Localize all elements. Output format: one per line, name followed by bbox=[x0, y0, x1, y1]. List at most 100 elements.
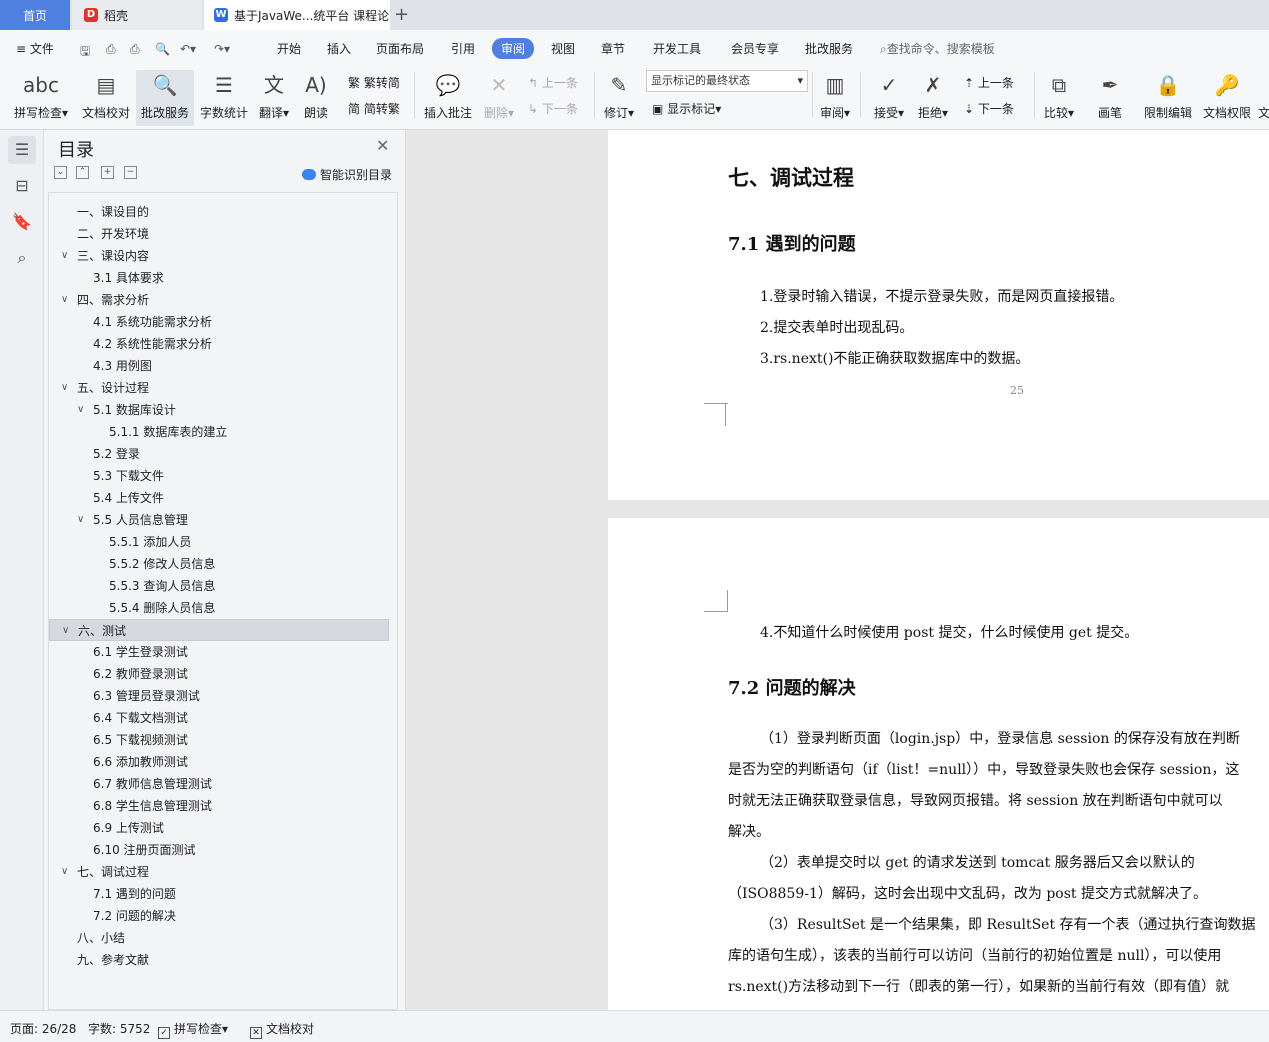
menu-view[interactable]: 视图 bbox=[551, 40, 575, 57]
word-count-indicator[interactable]: 字数: 5752 bbox=[88, 1020, 150, 1037]
chevron-down-icon[interactable]: ∨ bbox=[61, 861, 68, 883]
toc-item[interactable]: 6.10 注册页面测试 bbox=[49, 839, 389, 861]
doc-proof-button[interactable]: ▤ 文档校对 bbox=[78, 70, 134, 126]
doc-permission-button[interactable]: 🔑 文档权限 bbox=[1200, 70, 1254, 126]
status-doc-proof[interactable]: ✕ 文档校对 bbox=[250, 1020, 314, 1039]
toc-item[interactable]: 6.9 上传测试 bbox=[49, 817, 389, 839]
accept-button[interactable]: ✓ 接受▾ bbox=[870, 70, 908, 126]
translate-button[interactable]: 文翻译▾ bbox=[256, 70, 292, 126]
toc-item[interactable]: ∨ 五、设计过程 bbox=[49, 377, 389, 399]
toc-item[interactable]: 二、开发环境 bbox=[49, 223, 389, 245]
menu-review[interactable]: 审阅 bbox=[492, 38, 535, 59]
reject-button[interactable]: ✗ 拒绝▾ bbox=[914, 70, 952, 126]
toc-item[interactable]: 6.3 管理员登录测试 bbox=[49, 685, 389, 707]
command-search[interactable]: ⌕查找命令、搜索模板 bbox=[880, 40, 995, 57]
smart-toc-button[interactable]: 智能识别目录 bbox=[302, 166, 392, 183]
status-spell-check[interactable]: ✓ 拼写检查▾ bbox=[158, 1020, 228, 1039]
toc-item[interactable]: 6.5 下载视频测试 bbox=[49, 729, 389, 751]
menu-insert[interactable]: 插入 bbox=[327, 40, 351, 57]
correction-service-button[interactable]: 🔍 批改服务 bbox=[136, 70, 194, 126]
toc-item[interactable]: 3.1 具体要求 bbox=[49, 267, 389, 289]
tab-document[interactable]: W 基于JavaWe...统平台 课程论 bbox=[204, 0, 390, 30]
toc-item[interactable]: 5.3 下载文件 bbox=[49, 465, 389, 487]
bookmark-icon[interactable]: 🔖 bbox=[8, 208, 36, 236]
toc-item[interactable]: 6.4 下载文档测试 bbox=[49, 707, 389, 729]
read-aloud-button[interactable]: A) 朗读 bbox=[298, 70, 334, 126]
toc-item[interactable]: 5.1.1 数据库表的建立 bbox=[49, 421, 389, 443]
redo-icon[interactable]: ↷▾ bbox=[214, 42, 230, 56]
toc-item[interactable]: ∨ 七、调试过程 bbox=[49, 861, 389, 883]
restrict-edit-button[interactable]: 🔒 限制编辑 bbox=[1140, 70, 1196, 126]
toc-item[interactable]: 7.1 遇到的问题 bbox=[49, 883, 389, 905]
tab-daoke[interactable]: D 稻壳 bbox=[72, 0, 202, 30]
toc-item[interactable]: 5.5.3 查询人员信息 bbox=[49, 575, 389, 597]
compare-button[interactable]: ⧉ 比较▾ bbox=[1040, 70, 1078, 126]
pen-button[interactable]: ✒ 画笔 bbox=[1090, 70, 1130, 126]
add-heading-icon[interactable]: + bbox=[101, 166, 114, 179]
toc-item[interactable]: 九、参考文献 bbox=[49, 949, 389, 971]
export-pdf-icon[interactable]: ⎙ bbox=[106, 42, 116, 57]
chevron-down-icon[interactable]: ∨ bbox=[61, 377, 68, 399]
print-icon[interactable]: ⎙ bbox=[130, 42, 140, 57]
chevron-down-icon[interactable]: ∨ bbox=[62, 620, 69, 642]
word-count-button[interactable]: ☰ 字数统计 bbox=[198, 70, 250, 126]
file-menu[interactable]: ≡ 文件 bbox=[16, 40, 54, 57]
delete-comment-button[interactable]: ✕ 删除▾ bbox=[480, 70, 518, 126]
toc-item[interactable]: ∨ 六、测试 bbox=[49, 619, 389, 641]
simp-to-trad-button[interactable]: 简 简转繁 bbox=[348, 100, 400, 117]
remove-heading-icon[interactable]: − bbox=[124, 166, 137, 179]
prev-change-button[interactable]: ⇡ 上一条 bbox=[964, 74, 1014, 91]
save-icon[interactable]: 🖫 bbox=[80, 42, 90, 63]
page-indicator[interactable]: 页面: 26/28 bbox=[10, 1020, 76, 1037]
menu-dev-tools[interactable]: 开发工具 bbox=[653, 40, 701, 57]
toc-item[interactable]: ∨ 5.1 数据库设计 bbox=[49, 399, 389, 421]
insert-comment-button[interactable]: 💬 插入批注 bbox=[420, 70, 476, 126]
menu-correction[interactable]: 批改服务 bbox=[805, 40, 853, 57]
tab-home[interactable]: 首页 bbox=[0, 0, 70, 30]
toc-item[interactable]: 6.2 教师登录测试 bbox=[49, 663, 389, 685]
show-markup-button[interactable]: ▣ 显示标记▾ bbox=[652, 100, 721, 117]
chevron-down-icon[interactable]: ∨ bbox=[61, 245, 68, 267]
toc-item[interactable]: ∨ 三、课设内容 bbox=[49, 245, 389, 267]
toc-item[interactable]: ∨ 四、需求分析 bbox=[49, 289, 389, 311]
next-comment-button[interactable]: ↳ 下一条 bbox=[528, 100, 578, 117]
toc-item[interactable]: 6.8 学生信息管理测试 bbox=[49, 795, 389, 817]
toc-item[interactable]: 5.2 登录 bbox=[49, 443, 389, 465]
menu-page-layout[interactable]: 页面布局 bbox=[376, 40, 424, 57]
toc-item[interactable]: 4.2 系统性能需求分析 bbox=[49, 333, 389, 355]
next-change-button[interactable]: ⇣ 下一条 bbox=[964, 100, 1014, 117]
chevron-down-icon[interactable]: ∨ bbox=[61, 289, 68, 311]
toc-item[interactable]: 5.5.4 删除人员信息 bbox=[49, 597, 389, 619]
toc-item[interactable]: 4.1 系统功能需求分析 bbox=[49, 311, 389, 333]
print-preview-icon[interactable]: 🔍 bbox=[155, 42, 170, 56]
truncated-button[interactable]: 文 bbox=[1258, 70, 1269, 126]
toc-item[interactable]: 6.1 学生登录测试 bbox=[49, 641, 389, 663]
undo-icon[interactable]: ↶▾ bbox=[180, 42, 196, 56]
collapse-all-icon[interactable]: ⌄ bbox=[54, 166, 67, 179]
toc-item[interactable]: 一、课设目的 bbox=[49, 201, 389, 223]
chevron-down-icon[interactable]: ∨ bbox=[77, 509, 84, 531]
revise-button[interactable]: ✎ 修订▾ bbox=[600, 70, 638, 126]
close-icon[interactable]: ✕ bbox=[376, 136, 389, 155]
expand-up-icon[interactable]: ⌃ bbox=[76, 166, 89, 179]
trad-to-simp-button[interactable]: 繁 繁转简 bbox=[348, 74, 400, 91]
toc-item[interactable]: 4.3 用例图 bbox=[49, 355, 389, 377]
toc-item[interactable]: 6.6 添加教师测试 bbox=[49, 751, 389, 773]
toc-panel-icon[interactable]: ☰ bbox=[8, 136, 36, 164]
chapter-nav-icon[interactable]: ⊟ bbox=[8, 172, 36, 200]
menu-member[interactable]: 会员专享 bbox=[731, 40, 779, 57]
markup-state-select[interactable]: 显示标记的最终状态 ▾ bbox=[646, 70, 808, 92]
review-pane-button[interactable]: ▥ 审阅▾ bbox=[816, 70, 854, 126]
toc-item[interactable]: ∨ 5.5 人员信息管理 bbox=[49, 509, 389, 531]
spell-check-button[interactable]: abc 拼写检查▾ bbox=[10, 70, 72, 126]
prev-comment-button[interactable]: ↰ 上一条 bbox=[528, 74, 578, 91]
toc-item[interactable]: 八、小结 bbox=[49, 927, 389, 949]
chevron-down-icon[interactable]: ∨ bbox=[77, 399, 84, 421]
toc-item[interactable]: 6.7 教师信息管理测试 bbox=[49, 773, 389, 795]
toc-item[interactable]: 7.2 问题的解决 bbox=[49, 905, 389, 927]
toc-item[interactable]: 5.5.1 添加人员 bbox=[49, 531, 389, 553]
menu-chapter[interactable]: 章节 bbox=[601, 40, 625, 57]
toc-item[interactable]: 5.5.2 修改人员信息 bbox=[49, 553, 389, 575]
menu-start[interactable]: 开始 bbox=[277, 40, 301, 57]
menu-reference[interactable]: 引用 bbox=[451, 40, 475, 57]
